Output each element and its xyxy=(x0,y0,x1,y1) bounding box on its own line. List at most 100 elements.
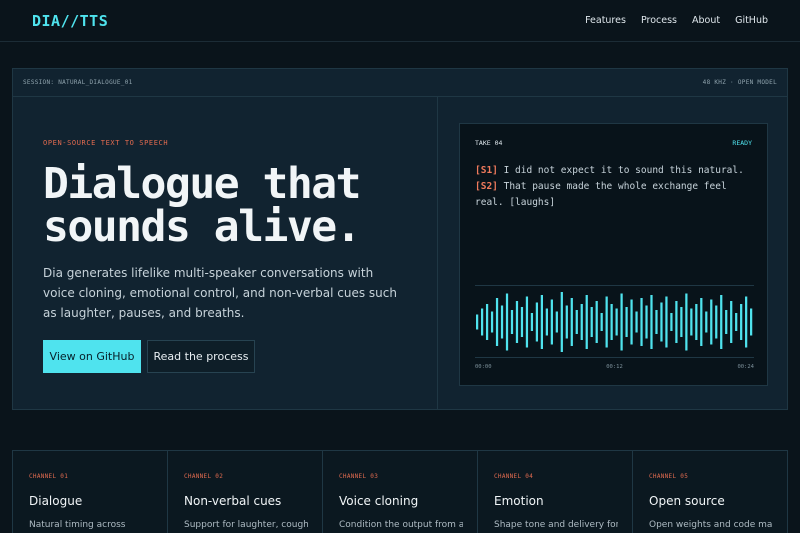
waveform-bar xyxy=(655,310,658,334)
nav-link-github[interactable]: GitHub xyxy=(735,15,768,26)
card-text: Shape tone and delivery for xyxy=(494,520,618,530)
transcript-line: [S1] I did not expect it to sound this n… xyxy=(475,163,755,179)
waveform-bar xyxy=(720,295,723,349)
waveform-bar xyxy=(560,292,563,352)
top-nav: DIA//TTS Features Process About GitHub xyxy=(0,0,800,42)
waveform-bar xyxy=(635,311,638,333)
hero-headline: Dialogue that sounds alive. xyxy=(43,163,423,249)
card-title: Dialogue xyxy=(29,494,83,508)
waveform-bar xyxy=(570,298,573,346)
waveform-bar xyxy=(640,298,643,346)
card-title: Voice cloning xyxy=(339,494,419,508)
card-tag: CHANNEL 04 xyxy=(494,473,534,480)
card-tag: CHANNEL 05 xyxy=(649,473,689,480)
waveform-bar xyxy=(705,311,708,333)
waveform-bar xyxy=(500,305,504,339)
card-text: Open weights and code make xyxy=(649,520,773,530)
waveform-bar xyxy=(545,308,548,336)
status-badge: READY xyxy=(732,139,752,147)
card-text: Support for laughter, coughs, xyxy=(184,520,308,530)
hero-description: Dia generates lifelike multi-speaker con… xyxy=(43,266,397,320)
card-title: Emotion xyxy=(494,494,544,508)
speaker-tag: [S1] xyxy=(475,165,498,176)
waveform-bar xyxy=(600,313,603,331)
waveform-bar xyxy=(715,305,718,339)
card-text: Condition the output from a xyxy=(339,520,463,530)
card-tag: CHANNEL 01 xyxy=(29,473,69,480)
feature-card-dialogue: CHANNEL 01 Dialogue Natural timing acros… xyxy=(13,451,168,533)
logo[interactable]: DIA//TTS xyxy=(32,12,108,30)
hero-content: OPEN-SOURCE TEXT TO SPEECH Dialogue that… xyxy=(13,97,438,409)
speaker-tag: [S2] xyxy=(475,181,498,192)
waveform-bar xyxy=(710,299,713,345)
waveform-bar xyxy=(650,295,653,349)
waveform-bar xyxy=(530,313,534,331)
waveform-bar xyxy=(610,304,613,340)
nav-link-about[interactable]: About xyxy=(692,15,720,26)
waveform-bar xyxy=(605,296,608,348)
session-label: SESSION: NATURAL_DIALOGUE_01 xyxy=(23,79,133,86)
waveform-bar xyxy=(615,308,618,336)
player-header: TAKE 04 READY xyxy=(475,139,752,147)
waveform-bar xyxy=(700,298,703,346)
waveform-bar xyxy=(690,308,693,336)
waveform-bar xyxy=(540,295,543,349)
feature-card-emotion: CHANNEL 04 Emotion Shape tone and delive… xyxy=(478,451,633,533)
transcript: [S1] I did not expect it to sound this n… xyxy=(475,163,755,211)
waveform-bar xyxy=(750,308,753,336)
waveform-bar xyxy=(505,293,509,351)
waveform-bar xyxy=(670,313,673,331)
waveform-bar xyxy=(535,302,539,342)
waveform-bar xyxy=(725,310,728,334)
audio-meta-label: 48 KHZ · OPEN MODEL xyxy=(702,79,777,86)
timeline-labels: 00:00 00:12 00:24 xyxy=(475,364,754,370)
waveform-bar xyxy=(735,313,738,331)
read-process-button[interactable]: Read the process xyxy=(147,340,255,373)
hero-status-bar: SESSION: NATURAL_DIALOGUE_01 48 KHZ · OP… xyxy=(13,69,787,97)
waveform-bar xyxy=(695,304,698,340)
feature-card-non-verbal: CHANNEL 02 Non-verbal cues Support for l… xyxy=(168,451,323,533)
waveform-bar xyxy=(680,307,683,337)
waveform-bar xyxy=(595,301,598,343)
transcript-line: [S2] That pause made the whole exchange … xyxy=(475,179,755,211)
waveform-bar xyxy=(525,296,529,348)
take-label: TAKE 04 xyxy=(475,139,503,147)
waveform-bar xyxy=(495,298,499,346)
waveform-bar xyxy=(550,299,553,345)
audio-player: TAKE 04 READY [S1] I did not expect it t… xyxy=(459,123,768,386)
waveform-bar xyxy=(520,307,524,337)
waveform-bar xyxy=(730,301,733,343)
waveform-bar xyxy=(490,311,494,333)
time-mid: 00:12 xyxy=(606,364,623,370)
feature-cards: CHANNEL 01 Dialogue Natural timing acros… xyxy=(12,450,788,533)
nav-link-features[interactable]: Features xyxy=(585,15,626,26)
waveform-bar xyxy=(476,314,479,330)
waveform-bar xyxy=(660,302,663,342)
waveform-bar xyxy=(575,310,578,334)
hero-eyebrow: OPEN-SOURCE TEXT TO SPEECH xyxy=(43,139,169,147)
line-text: That pause made the whole exchange feel … xyxy=(475,181,727,208)
feature-card-open-source: CHANNEL 05 Open source Open weights and … xyxy=(633,451,787,533)
waveform-bar xyxy=(580,304,583,340)
waveform-bar xyxy=(565,305,568,339)
time-start: 00:00 xyxy=(475,364,492,370)
waveform[interactable] xyxy=(475,290,754,354)
hero-panel: SESSION: NATURAL_DIALOGUE_01 48 KHZ · OP… xyxy=(12,68,788,410)
waveform-bar xyxy=(740,304,743,340)
view-on-github-button[interactable]: View on GitHub xyxy=(43,340,141,373)
waveform-bar xyxy=(515,301,519,343)
waveform-bar xyxy=(675,301,678,343)
card-tag: CHANNEL 03 xyxy=(339,473,379,480)
waveform-bar xyxy=(590,307,593,337)
waveform-bar xyxy=(745,296,748,348)
waveform-bar xyxy=(685,293,688,351)
nav-links: Features Process About GitHub xyxy=(585,15,768,26)
waveform-bar xyxy=(645,305,648,339)
card-title: Open source xyxy=(649,494,725,508)
waveform-bar xyxy=(630,299,633,345)
waveform-bar xyxy=(665,296,668,348)
nav-link-process[interactable]: Process xyxy=(641,15,677,26)
waveform-bar xyxy=(625,307,628,337)
waveform-bottom-divider xyxy=(475,357,754,358)
waveform-bar xyxy=(555,311,558,333)
